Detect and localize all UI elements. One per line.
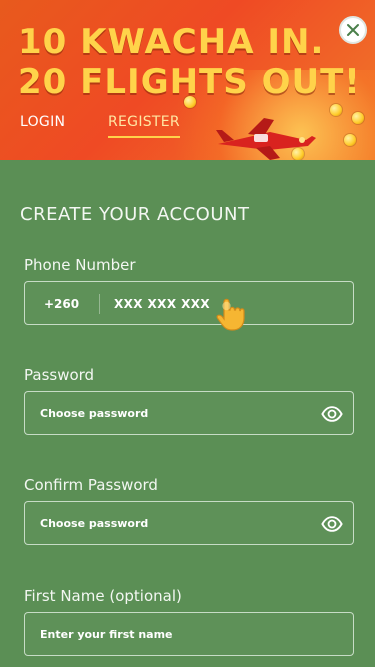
close-icon <box>347 24 359 36</box>
first-name-field[interactable]: Enter your first name <box>24 612 354 656</box>
form-title: CREATE YOUR ACCOUNT <box>20 204 250 225</box>
country-code[interactable]: +260 <box>44 282 79 326</box>
close-button[interactable] <box>339 16 367 44</box>
coin-decor <box>344 134 356 146</box>
promo-banner: 10 KWACHA IN. 20 FLIGHTS OUT! LOGIN REGI… <box>0 0 375 160</box>
first-name-input[interactable]: Enter your first name <box>40 613 173 657</box>
coin-decor <box>292 148 304 160</box>
hand-pointer-icon <box>216 298 245 331</box>
banner-headline: 10 KWACHA IN. 20 FLIGHTS OUT! <box>18 22 368 102</box>
phone-divider <box>99 294 100 314</box>
first-name-label: First Name (optional) <box>24 587 182 605</box>
coin-decor <box>184 96 196 108</box>
confirm-password-field[interactable]: Choose password <box>24 501 354 545</box>
confirm-password-label: Confirm Password <box>24 476 158 494</box>
phone-field[interactable]: +260 XXX XXX XXX <box>24 281 354 325</box>
phone-input[interactable]: XXX XXX XXX <box>114 282 210 326</box>
eye-icon[interactable] <box>321 403 343 425</box>
password-label: Password <box>24 366 95 384</box>
password-field[interactable]: Choose password <box>24 391 354 435</box>
tab-register[interactable]: REGISTER <box>108 114 180 138</box>
coin-decor <box>330 104 342 116</box>
phone-label: Phone Number <box>24 256 136 274</box>
password-input[interactable]: Choose password <box>40 392 148 436</box>
eye-icon[interactable] <box>321 513 343 535</box>
confirm-password-input[interactable]: Choose password <box>40 502 148 546</box>
coin-decor <box>352 112 364 124</box>
headline-line-1: 10 KWACHA IN. <box>18 22 325 62</box>
register-modal: 10 KWACHA IN. 20 FLIGHTS OUT! LOGIN REGI… <box>0 0 375 667</box>
tab-login[interactable]: LOGIN <box>20 114 65 130</box>
registration-form: CREATE YOUR ACCOUNT Phone Number +260 XX… <box>0 160 375 667</box>
